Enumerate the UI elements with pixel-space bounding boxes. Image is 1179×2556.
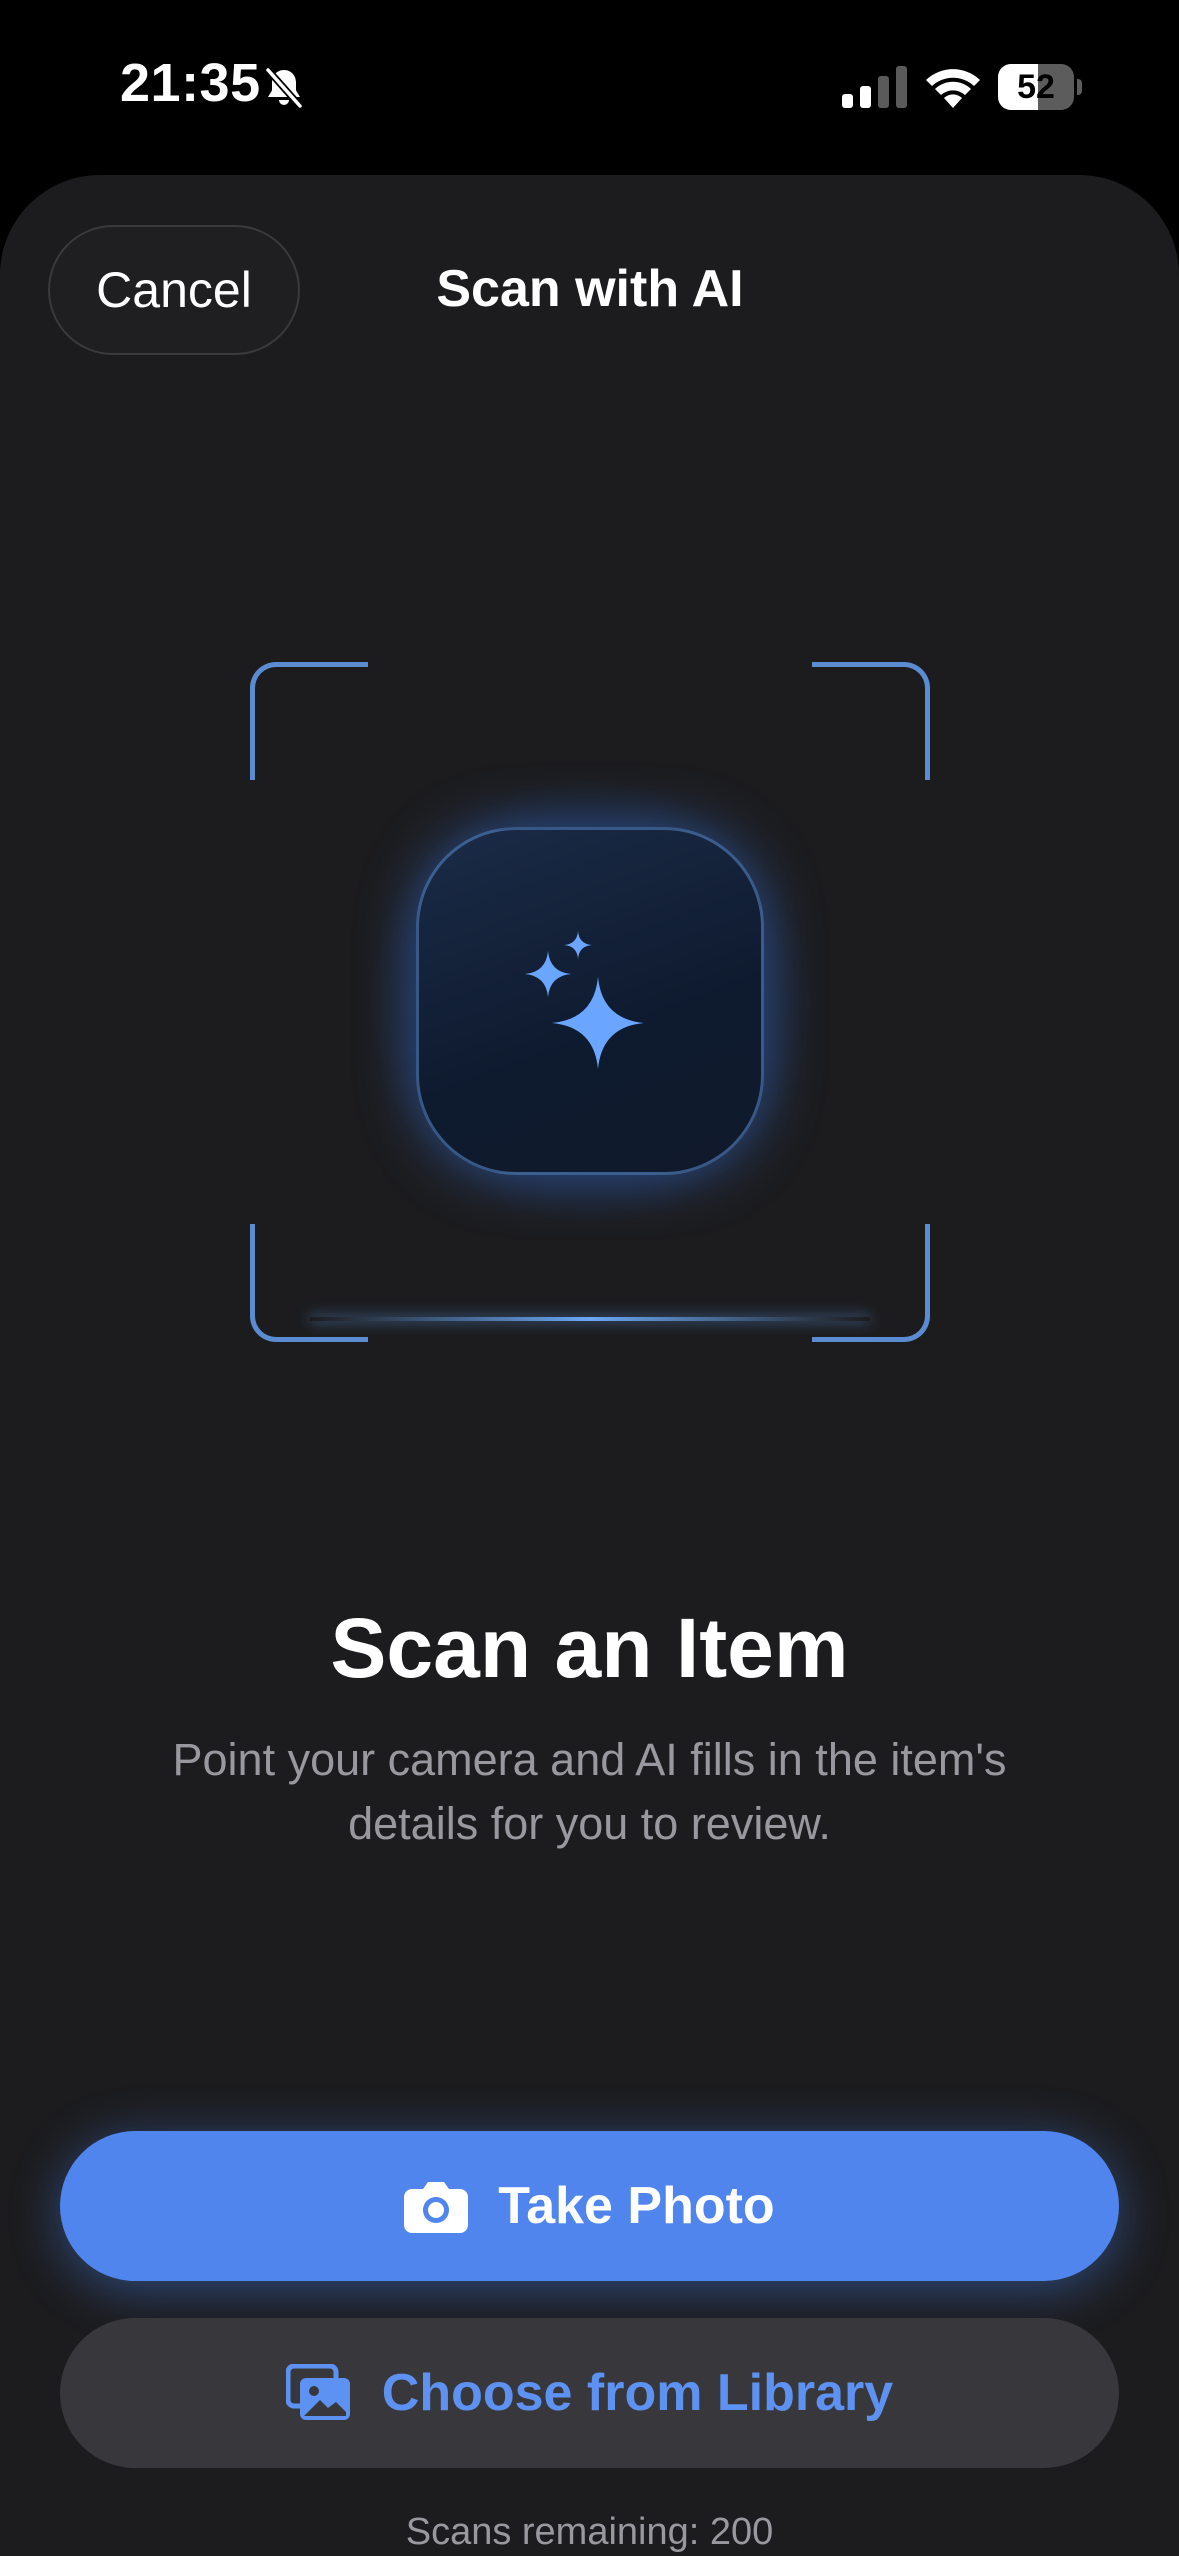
photos-icon <box>285 2364 350 2420</box>
status-time: 21:35 <box>120 53 261 113</box>
scan-sheet: Cancel Scan with AI Scan an Item Point y… <box>0 175 1179 2556</box>
battery-cap <box>1077 79 1082 95</box>
cancel-button[interactable]: Cancel <box>48 225 300 355</box>
bell-slash-icon <box>265 67 303 109</box>
scan-line <box>310 1317 870 1321</box>
battery-icon: 52 <box>998 64 1082 110</box>
sparkles-icon <box>525 931 644 1069</box>
battery-level: 52 <box>1017 68 1055 106</box>
frame-corner-top-left <box>250 662 368 780</box>
battery-body: 52 <box>998 64 1074 110</box>
frame-corner-bottom-left <box>250 1224 368 1342</box>
frame-corner-bottom-right <box>812 1224 930 1342</box>
take-photo-label: Take Photo <box>498 2177 775 2235</box>
choose-from-library-label: Choose from Library <box>381 2364 894 2422</box>
scan-frame <box>250 662 930 1342</box>
wifi-icon <box>926 69 980 108</box>
cellular-signal-icon <box>842 66 907 108</box>
scans-remaining: Scans remaining: 200 <box>405 2511 774 2553</box>
scan-description: Point your camera and AI fills in the it… <box>172 1734 1007 1849</box>
camera-icon <box>404 2182 469 2233</box>
screen: 21:35 52 Cancel Scan with AI Scan an Ite… <box>0 0 1179 2556</box>
frame-corner-top-right <box>812 662 930 780</box>
choose-from-library-button[interactable]: Choose from Library <box>60 2318 1119 2468</box>
take-photo-button[interactable]: Take Photo <box>60 2131 1119 2281</box>
status-bar: 21:35 52 <box>0 0 1179 175</box>
scan-heading: Scan an Item <box>330 1601 849 1695</box>
sheet-title: Scan with AI <box>436 260 744 318</box>
